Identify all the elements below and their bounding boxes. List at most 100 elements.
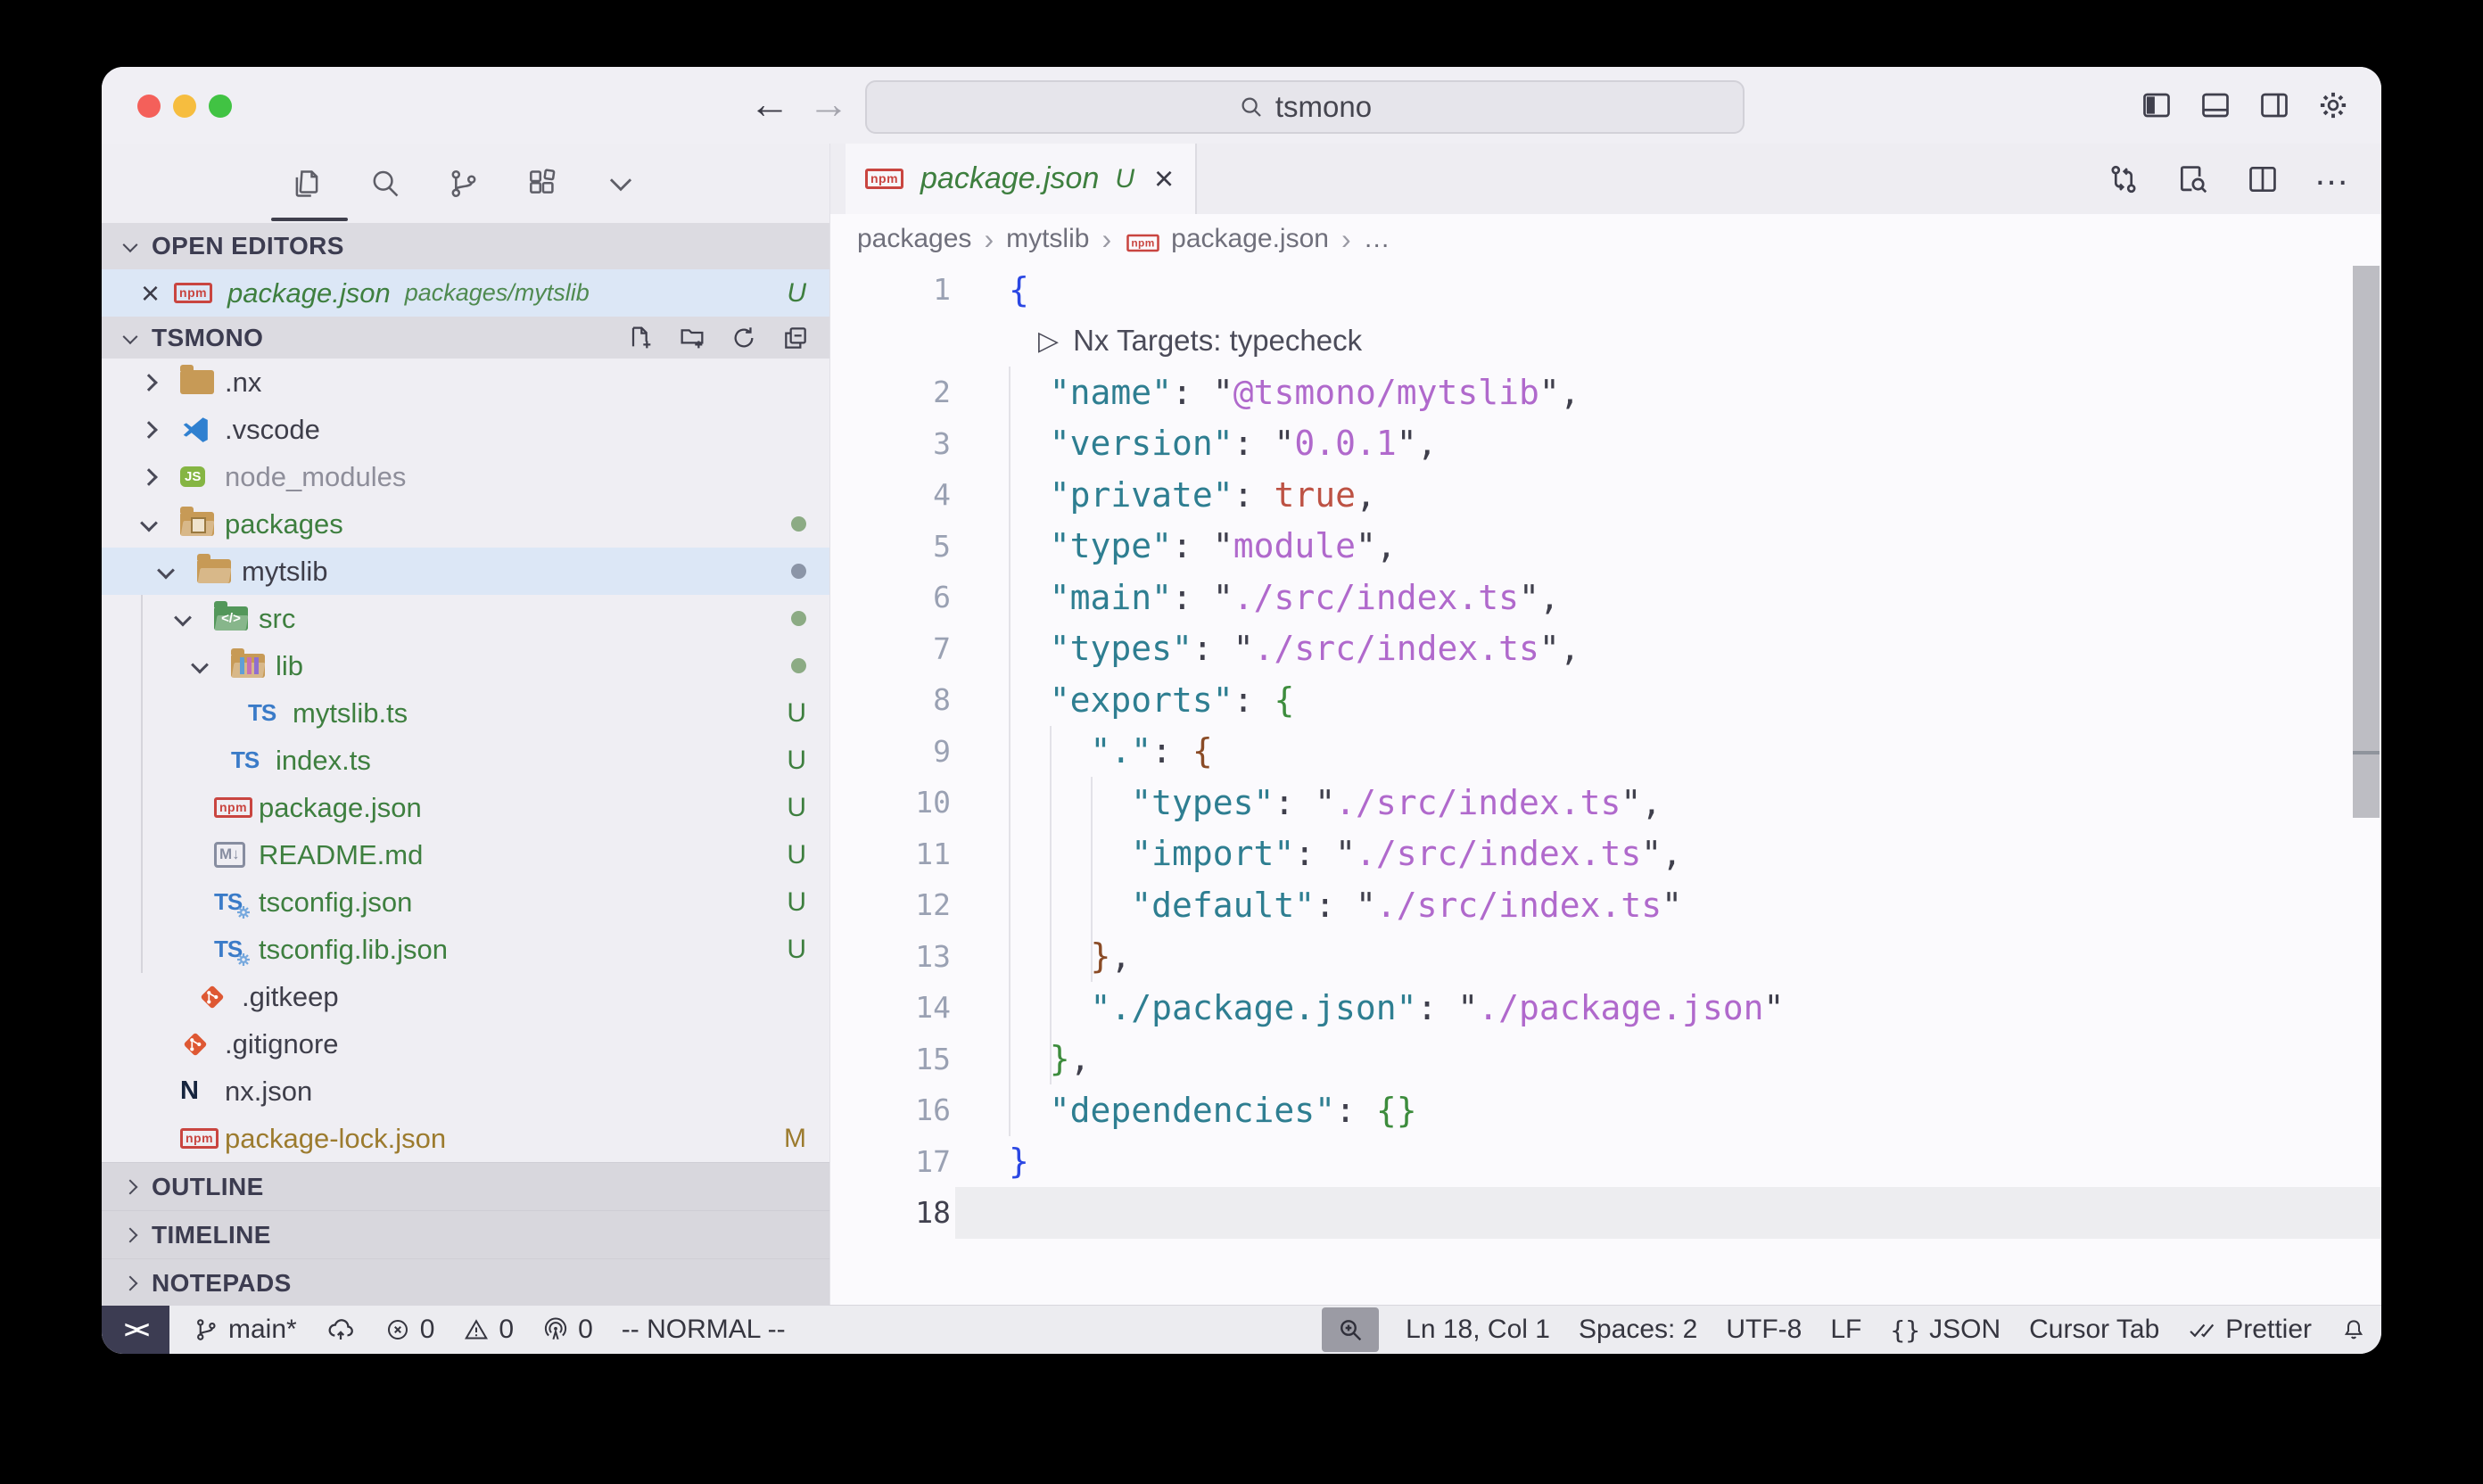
breadcrumb-item-…[interactable]: … (1364, 224, 1390, 254)
tree-item-tsconfig.lib.json[interactable]: TStsconfig.lib.jsonU (102, 926, 829, 973)
chevron-down-icon[interactable] (174, 608, 192, 626)
tree-item-lib[interactable]: lib (102, 642, 829, 689)
more-actions-icon[interactable]: … (2315, 156, 2349, 202)
tree-item-.nx[interactable]: .nx (102, 359, 829, 406)
code-line-10[interactable]: 10 "types": "./src/index.ts", (830, 777, 2381, 829)
toggle-secondary-sidebar-button[interactable] (2258, 89, 2290, 121)
tree-item-nx.json[interactable]: Nnx.json (102, 1068, 829, 1115)
traffic-light-zoom-button[interactable] (209, 95, 232, 118)
scrollbar-thumb[interactable] (2353, 266, 2380, 818)
status-formatter-prettier[interactable]: Prettier (2174, 1306, 2326, 1354)
tree-item-README.md[interactable]: M↓README.mdU (102, 831, 829, 878)
tree-item-src[interactable]: </>src (102, 595, 829, 642)
navigate-back-button[interactable]: ← (749, 79, 790, 128)
code-line-15[interactable]: 15 }, (830, 1034, 2381, 1085)
new-folder-button[interactable] (678, 324, 706, 352)
open-editors-section-header[interactable]: OPEN EDITORS (102, 223, 829, 269)
close-icon[interactable]: × (141, 277, 160, 309)
code-line-9[interactable]: 9 ".": { (830, 726, 2381, 778)
tree-item-.gitignore[interactable]: .gitignore (102, 1020, 829, 1068)
breadcrumb-label: … (1364, 224, 1390, 254)
new-file-button[interactable] (626, 324, 655, 352)
code-line-18[interactable]: 18 (830, 1187, 2381, 1239)
tree-item-.vscode[interactable]: .vscode (102, 406, 829, 453)
tree-item-node_modules[interactable]: JSnode_modules (102, 453, 829, 500)
tree-item-.gitkeep[interactable]: .gitkeep (102, 973, 829, 1020)
code-line-4[interactable]: 4 "private": true, (830, 469, 2381, 521)
tree-item-mytslib[interactable]: mytslib (102, 548, 829, 595)
chevron-down-icon[interactable] (140, 514, 158, 532)
toggle-panel-button[interactable] (2199, 89, 2231, 121)
tree-item-package.json[interactable]: npmpackage.jsonU (102, 784, 829, 831)
code-line-5[interactable]: 5 "type": "module", (830, 521, 2381, 573)
section-notepads[interactable]: NOTEPADS (102, 1258, 829, 1307)
split-editor-icon[interactable] (2246, 162, 2280, 196)
chevron-right-icon (123, 1179, 138, 1194)
gear-icon[interactable] (2317, 89, 2349, 121)
code-line-6[interactable]: 6 "main": "./src/index.ts", (830, 572, 2381, 623)
code-line-11[interactable]: 11 "import": "./src/index.ts", (830, 829, 2381, 880)
status-ports[interactable]: 0 (528, 1306, 607, 1354)
code-line-12[interactable]: 12 "default": "./src/index.ts" (830, 879, 2381, 931)
collapse-folders-button[interactable] (781, 324, 810, 352)
tree-item-package-lock.json[interactable]: npmpackage-lock.jsonM (102, 1115, 829, 1162)
breadcrumb-item-mytslib[interactable]: mytslib (1006, 224, 1089, 254)
code-line-14[interactable]: 14 "./package.json": "./package.json" (830, 982, 2381, 1034)
command-center-search[interactable]: tsmono (865, 80, 1745, 134)
chevron-right-icon[interactable] (140, 468, 158, 486)
section-timeline[interactable]: TIMELINE (102, 1210, 829, 1258)
status-zoom-indicator[interactable] (1322, 1307, 1379, 1352)
chevron-right-icon[interactable] (140, 421, 158, 439)
code-line-16[interactable]: 16 "dependencies": {} (830, 1084, 2381, 1136)
status-eol[interactable]: LF (1816, 1306, 1876, 1354)
status-cursor-position[interactable]: Ln 18, Col 1 (1391, 1306, 1564, 1354)
status-problems-errors[interactable]: 0 (370, 1306, 450, 1354)
toggle-primary-sidebar-button[interactable] (2141, 89, 2173, 121)
status-publish-changes[interactable] (311, 1306, 370, 1354)
tab-package-json[interactable]: npm package.json U × (846, 144, 1197, 214)
extensions-icon[interactable] (525, 167, 559, 201)
search-icon[interactable] (368, 167, 402, 201)
source-control-icon[interactable] (447, 167, 481, 201)
status-problems-warnings[interactable]: 0 (449, 1306, 528, 1354)
explorer-section-header[interactable]: TSMONO (102, 317, 829, 359)
code-line-7[interactable]: 7 "types": "./src/index.ts", (830, 623, 2381, 675)
section-outline[interactable]: OUTLINE (102, 1162, 829, 1210)
code-line-1[interactable]: 1{ (830, 264, 2381, 316)
refresh-icon[interactable] (730, 324, 758, 352)
status-language-mode[interactable]: {}JSON (1876, 1306, 2015, 1354)
search-in-editor-icon[interactable] (2176, 162, 2210, 196)
open-changes-icon[interactable] (2107, 162, 2141, 196)
traffic-light-close-button[interactable] (137, 95, 161, 118)
chevron-down-icon[interactable] (157, 561, 175, 579)
chevron-right-icon (123, 1227, 138, 1242)
files-icon[interactable] (290, 167, 324, 201)
open-editor-item-package-json[interactable]: × npm package.json packages/mytslib U (102, 269, 829, 317)
code-line-3[interactable]: 3 "version": "0.0.1", (830, 418, 2381, 470)
code-editor[interactable]: 1{ ▷Nx Targets: typecheck 2 "name": "@tsmo… (830, 264, 2381, 1305)
code-line-17[interactable]: 17} (830, 1136, 2381, 1188)
traffic-light-minimize-button[interactable] (173, 95, 196, 118)
status-encoding[interactable]: UTF-8 (1712, 1306, 1816, 1354)
chevron-down-icon[interactable] (604, 167, 638, 201)
code-line-13[interactable]: 13 }, (830, 931, 2381, 983)
status-git-branch[interactable]: main* (178, 1306, 311, 1354)
status-remote-indicator[interactable]: >< (102, 1306, 169, 1354)
tree-item-mytslib.ts[interactable]: TSmytslib.tsU (102, 689, 829, 737)
status-cursor-tab[interactable]: Cursor Tab (2015, 1306, 2174, 1354)
navigate-forward-button[interactable]: → (808, 79, 849, 128)
tree-item-packages[interactable]: packages (102, 500, 829, 548)
breadcrumb-item-packages[interactable]: packages (857, 224, 971, 254)
code-line-8[interactable]: 8 "exports": { (830, 674, 2381, 726)
close-icon[interactable]: × (1154, 162, 1174, 196)
tree-item-tsconfig.json[interactable]: TStsconfig.jsonU (102, 878, 829, 926)
status-notifications[interactable] (2326, 1306, 2381, 1354)
code-line-2[interactable]: 2 "name": "@tsmono/mytslib", (830, 367, 2381, 418)
codelens-nx-targets[interactable]: ▷Nx Targets: typecheck (1038, 324, 1362, 358)
chevron-right-icon[interactable] (140, 374, 158, 392)
chevron-down-icon[interactable] (191, 655, 209, 673)
tree-item-index.ts[interactable]: TSindex.tsU (102, 737, 829, 784)
status-indentation[interactable]: Spaces: 2 (1564, 1306, 1712, 1354)
breadcrumb-item-package.json[interactable]: npmpackage.json (1124, 224, 1329, 254)
status-vim-mode[interactable]: -- NORMAL -- (607, 1306, 800, 1354)
